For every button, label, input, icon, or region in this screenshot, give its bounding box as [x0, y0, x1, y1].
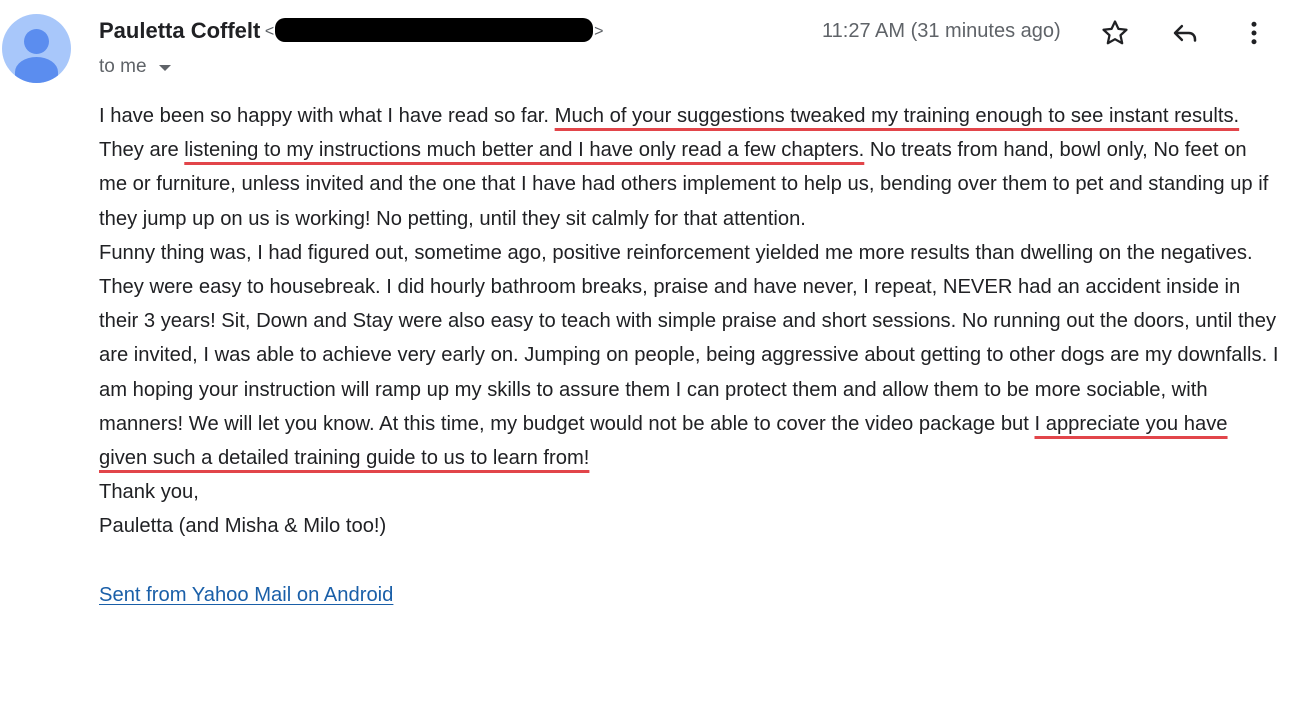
sender-email-open-bracket: <	[264, 23, 275, 40]
more-options-button[interactable]	[1237, 16, 1271, 50]
body-text: They are	[99, 139, 185, 162]
sender-name[interactable]: Pauletta Coffelt	[99, 18, 260, 43]
sender-email-close-bracket: >	[594, 23, 604, 40]
reply-icon	[1173, 24, 1197, 42]
timestamp: 11:27 AM (31 minutes ago)	[822, 20, 1061, 42]
recipient-details-toggle[interactable]: to me	[99, 56, 171, 78]
avatar-head-shape	[24, 29, 49, 54]
chevron-down-icon	[158, 65, 171, 71]
closing-thanks: Thank you,	[99, 481, 199, 504]
star-icon	[1102, 20, 1128, 45]
star-button[interactable]	[1098, 16, 1132, 50]
highlighted-text: listening to my instructions much better…	[184, 139, 865, 162]
more-vert-icon	[1251, 21, 1257, 45]
body-paragraph-2: Funny thing was, I had figured out, some…	[99, 236, 1279, 475]
sender-line: Pauletta Coffelt < >	[99, 18, 604, 48]
redacted-email-bar	[275, 18, 594, 42]
body-text: I have been so happy with what I have re…	[99, 105, 555, 127]
reply-button[interactable]	[1168, 16, 1202, 50]
sent-from-line: Sent from Yahoo Mail on Android	[99, 578, 1279, 612]
body-text: Funny thing was, I had figured out, some…	[99, 241, 1279, 435]
signature: Pauletta (and Misha & Milo too!)	[99, 515, 387, 538]
avatar-body-shape	[15, 57, 58, 83]
body-paragraph-1: I have been so happy with what I have re…	[99, 99, 1279, 236]
sent-from-yahoo-link[interactable]: Sent from Yahoo Mail on Android	[99, 584, 393, 606]
email-body: I have been so happy with what I have re…	[99, 99, 1279, 612]
sender-avatar[interactable]	[2, 14, 71, 83]
highlighted-text: Much of your suggestions tweaked my trai…	[554, 105, 1240, 127]
recipient-label: to me	[99, 56, 147, 77]
